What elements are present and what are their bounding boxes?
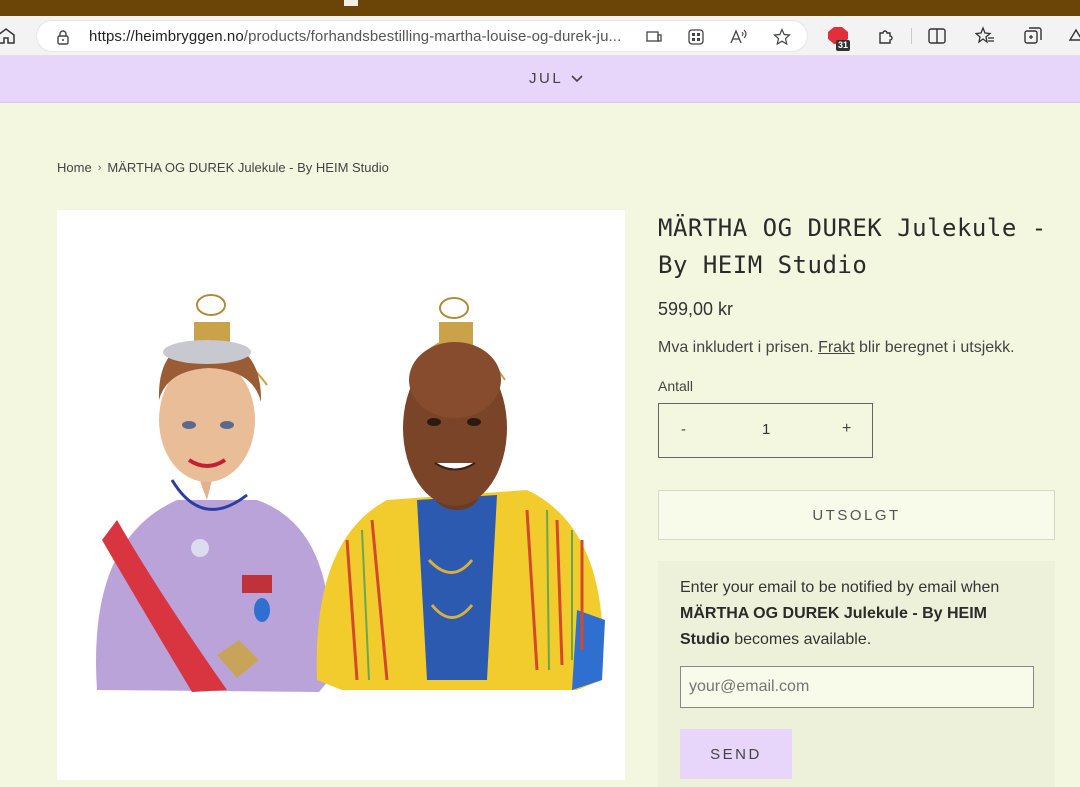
product-price: 599,00 kr <box>658 299 734 319</box>
breadcrumb-separator: › <box>97 161 102 174</box>
chevron-down-icon <box>571 74 583 82</box>
product-title: MÄRTHA OG DUREK Julekule - By HEIM Studi… <box>658 214 1047 279</box>
app-available-icon[interactable] <box>645 28 663 46</box>
site-nav: JUL <box>0 56 1080 103</box>
notify-text-before: Enter your email to be notified by email… <box>680 579 1000 596</box>
extensions-icon[interactable] <box>876 26 896 46</box>
browser-toolbar: https://heimbryggen.no/products/forhands… <box>0 16 1080 56</box>
tax-text-after: blir beregnet i utsjekk. <box>858 339 1015 356</box>
email-input[interactable] <box>680 666 1034 708</box>
favorite-star-icon[interactable] <box>773 28 791 46</box>
favorites-icon[interactable] <box>975 26 995 46</box>
top-strip <box>0 0 1080 16</box>
grid-icon[interactable] <box>687 28 705 46</box>
home-icon[interactable] <box>0 26 16 46</box>
quantity-stepper: - 1 + <box>658 403 873 458</box>
url-host: https://heimbryggen.no <box>89 28 244 45</box>
tax-note: Mva inkludert i prisen. Frakt blir bereg… <box>658 339 1015 357</box>
quantity-increase-button[interactable]: + <box>842 420 851 438</box>
send-button[interactable]: SEND <box>680 729 792 779</box>
sold-out-button[interactable]: UTSOLGT <box>658 490 1055 540</box>
address-bar[interactable]: https://heimbryggen.no/products/forhands… <box>36 20 808 52</box>
url-path: /products/forhandsbestilling-martha-loui… <box>243 28 622 45</box>
adblock-count-badge: 31 <box>836 40 851 51</box>
product-image[interactable] <box>57 210 625 780</box>
tab-stub <box>344 0 358 6</box>
split-screen-icon[interactable] <box>927 26 947 46</box>
copilot-icon[interactable] <box>1066 26 1080 46</box>
toolbar-separator <box>911 28 912 44</box>
quantity-decrease-button[interactable]: - <box>681 421 686 438</box>
nav-menu-label: JUL <box>529 70 564 87</box>
url-text[interactable]: https://heimbryggen.no/products/forhands… <box>89 28 621 45</box>
nav-menu-jul[interactable]: JUL <box>529 70 583 87</box>
quantity-input[interactable]: 1 <box>762 421 770 438</box>
tax-text-before: Mva inkludert i prisen. <box>658 339 814 356</box>
breadcrumb-home[interactable]: Home <box>57 160 92 175</box>
breadcrumb: Home › MÄRTHA OG DUREK Julekule - By HEI… <box>57 160 389 175</box>
quantity-label: Antall <box>658 378 694 394</box>
read-aloud-icon[interactable] <box>729 28 747 46</box>
notify-text-after: becomes available. <box>734 631 872 648</box>
lock-icon[interactable] <box>55 29 71 45</box>
breadcrumb-current: MÄRTHA OG DUREK Julekule - By HEIM Studi… <box>107 160 389 175</box>
notify-message: Enter your email to be notified by email… <box>680 575 1020 653</box>
back-in-stock-form: Enter your email to be notified by email… <box>658 561 1055 787</box>
shipping-link[interactable]: Frakt <box>818 339 854 356</box>
collections-icon[interactable] <box>1023 26 1043 46</box>
ornament-illustration <box>96 294 605 692</box>
